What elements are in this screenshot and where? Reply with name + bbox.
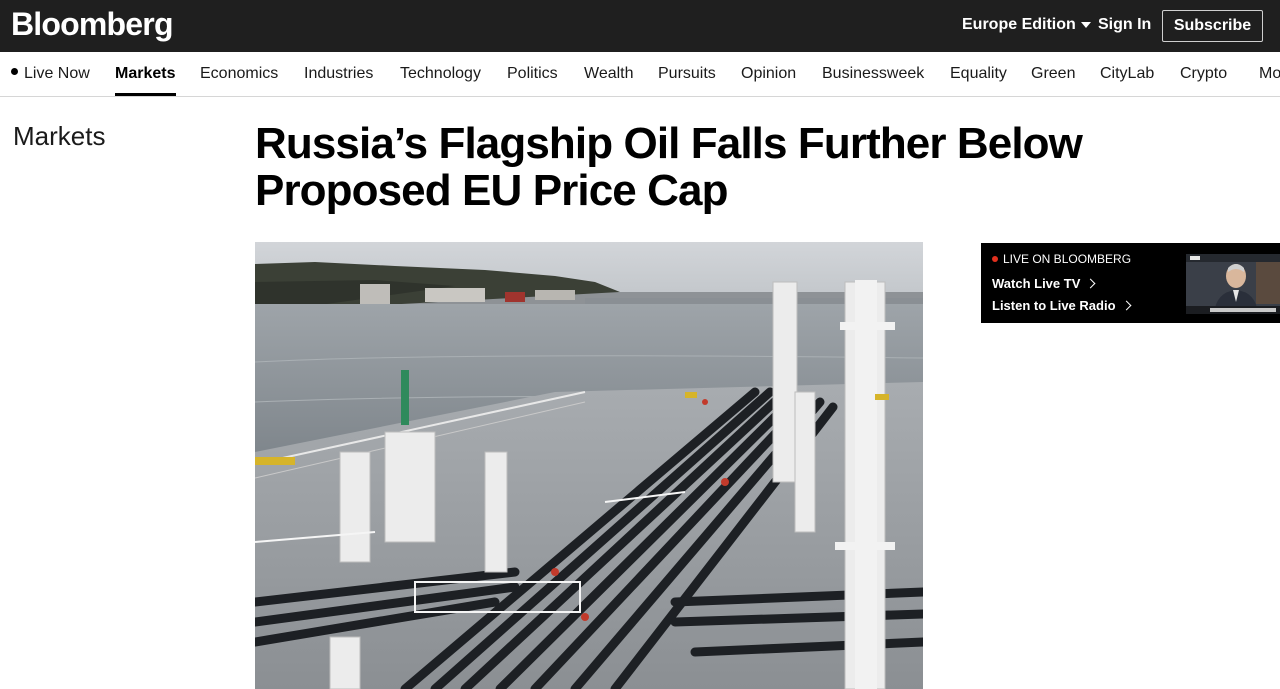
bloomberg-logo[interactable]: Bloomberg (11, 6, 174, 43)
live-on-bloomberg-widget: LIVE ON BLOOMBERG Watch Live TV Listen t… (981, 243, 1280, 323)
chevron-down-icon (1080, 22, 1091, 28)
article-headline: Russia’s Flagship Oil Falls Further Belo… (255, 119, 1083, 215)
section-label[interactable]: Markets (13, 121, 105, 152)
nav-item-businessweek[interactable]: Businessweek (822, 65, 924, 83)
nav-item-crypto[interactable]: Crypto (1180, 65, 1227, 83)
nav-item-opinion[interactable]: Opinion (741, 65, 796, 83)
live-tv-thumbnail-icon (1186, 254, 1280, 314)
nav-item-economics[interactable]: Economics (200, 65, 278, 83)
nav-item-technology[interactable]: Technology (400, 65, 481, 83)
watch-live-tv-label: Watch Live TV (992, 276, 1081, 291)
active-tab-underline (115, 93, 176, 96)
live-dot-icon (11, 68, 18, 76)
live-label: LIVE ON BLOOMBERG (992, 252, 1131, 266)
nav-item-industries[interactable]: Industries (304, 65, 373, 83)
nav-item-citylab[interactable]: CityLab (1100, 65, 1154, 83)
nav-item-live-now[interactable]: Live Now (11, 65, 90, 83)
chevron-right-icon (1085, 278, 1096, 289)
edition-label: Europe Edition (962, 16, 1076, 33)
nav-item-wealth[interactable]: Wealth (584, 65, 634, 83)
watch-live-tv-link[interactable]: Watch Live TV (992, 276, 1096, 291)
chevron-right-icon (1121, 300, 1131, 311)
live-indicator-icon (992, 256, 998, 262)
subscribe-button[interactable]: Subscribe (1162, 10, 1263, 42)
nav-item-more[interactable]: Mo (1259, 65, 1280, 83)
nav-item-politics[interactable]: Politics (507, 65, 558, 83)
nav-item-label: Live Now (24, 65, 90, 82)
top-bar: Bloomberg Europe Edition Sign In Subscri… (0, 0, 1280, 52)
nav-item-pursuits[interactable]: Pursuits (658, 65, 716, 83)
live-label-text: LIVE ON BLOOMBERG (1003, 252, 1132, 266)
nav-item-equality[interactable]: Equality (950, 65, 1007, 83)
edition-selector[interactable]: Europe Edition (962, 16, 1091, 34)
hero-image (255, 242, 923, 689)
listen-live-radio-label: Listen to Live Radio (992, 298, 1116, 313)
nav-item-green[interactable]: Green (1031, 65, 1075, 83)
sign-in-link[interactable]: Sign In (1098, 16, 1151, 34)
oil-tanker-deck-photo (255, 242, 923, 689)
nav-item-markets[interactable]: Markets (115, 65, 175, 83)
listen-live-radio-link[interactable]: Listen to Live Radio (992, 298, 1131, 313)
main-nav: Live Now Markets Economics Industries Te… (0, 52, 1280, 97)
live-tv-thumbnail[interactable] (1186, 254, 1280, 314)
